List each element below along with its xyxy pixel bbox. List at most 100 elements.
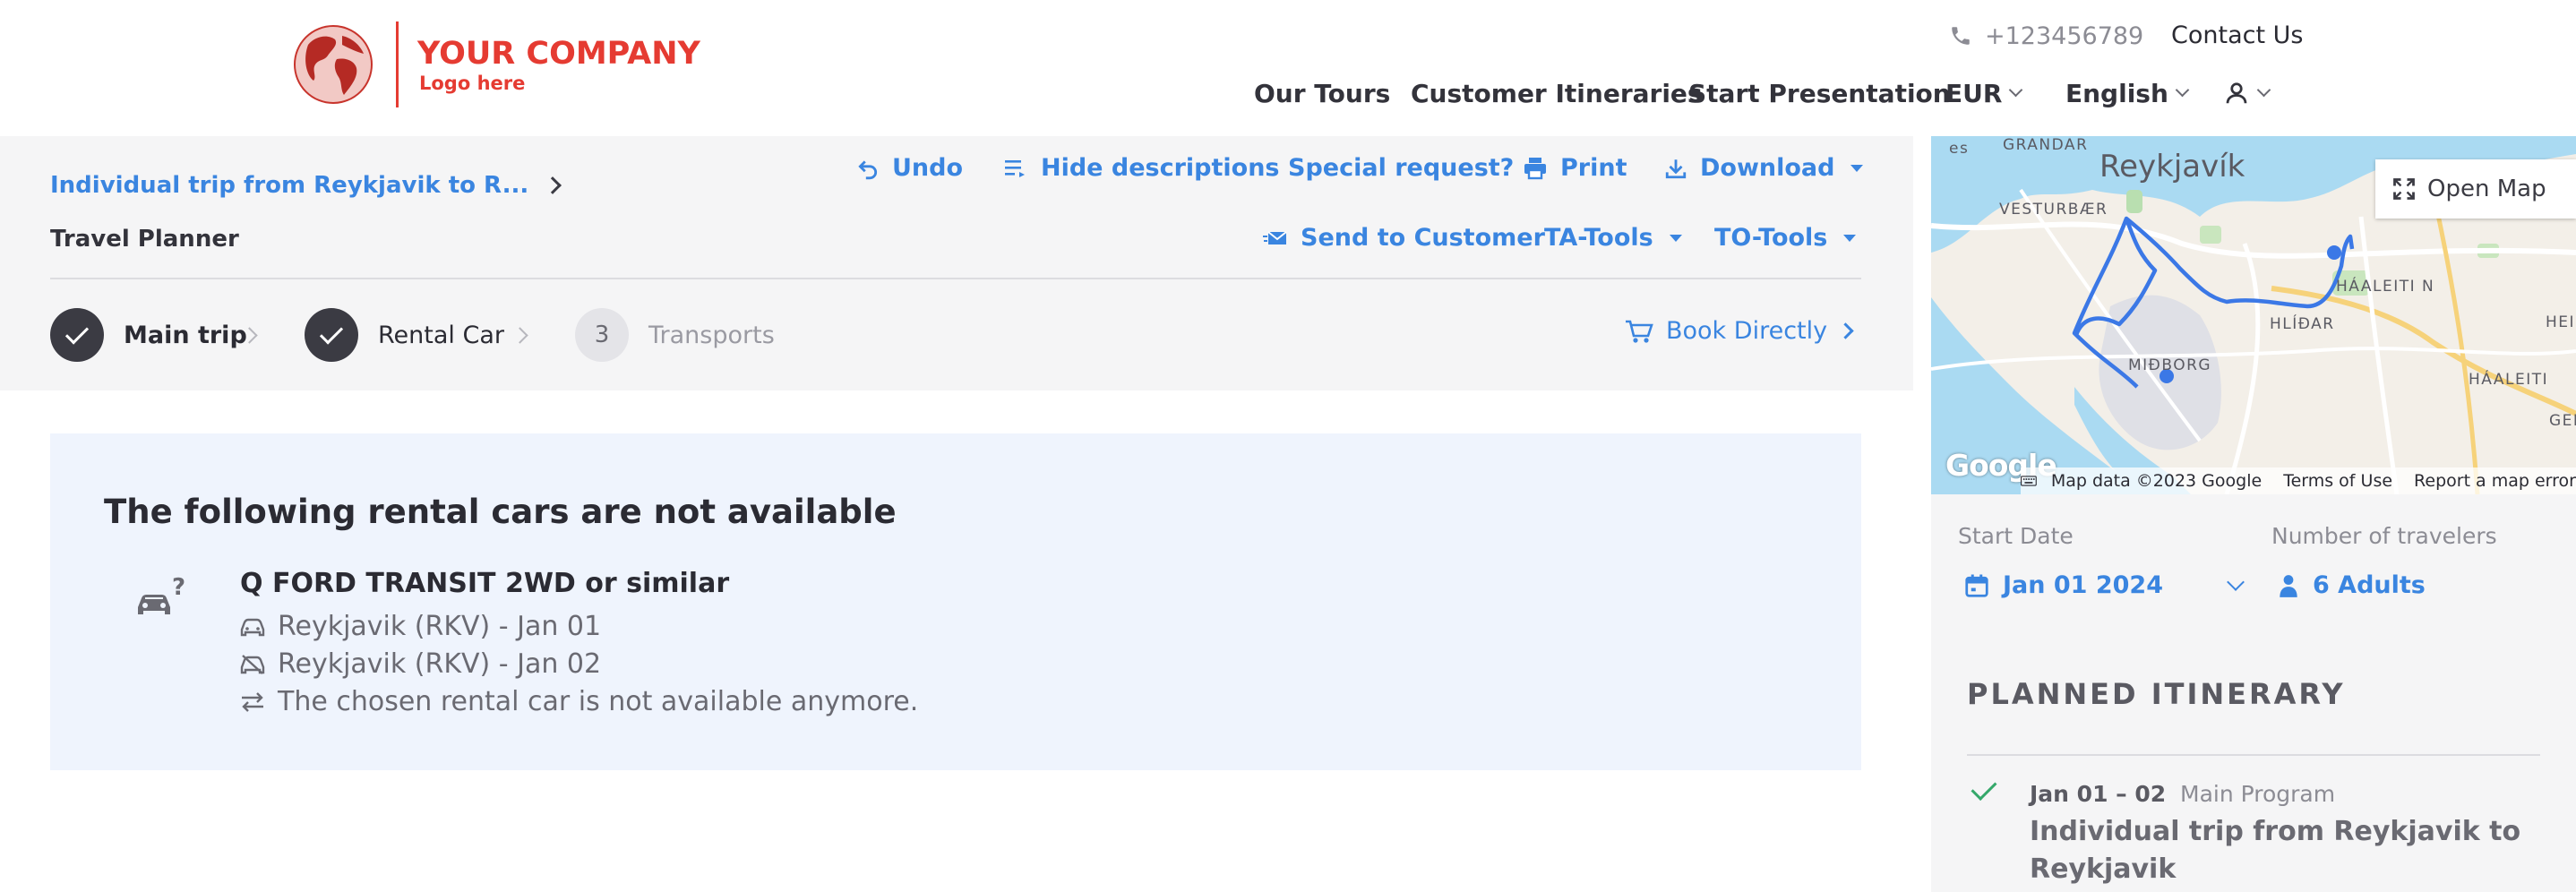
travelers-selector[interactable]: 6 Adults — [2277, 571, 2426, 599]
send-mail-icon — [1263, 230, 1287, 244]
pickup-info: Reykjavik (RKV) - Jan 01 — [240, 611, 601, 642]
toolbar-divider — [50, 278, 1861, 279]
phone-icon — [1952, 27, 1970, 45]
check-icon — [1971, 775, 1997, 801]
travelers-label: Number of travelers — [2271, 523, 2497, 549]
caret-down-icon — [1669, 234, 1682, 242]
map-report-link[interactable]: Report a map error — [2414, 471, 2576, 491]
itinerary-divider — [1967, 754, 2540, 756]
list-icon — [1005, 159, 1025, 177]
itinerary-item-title[interactable]: Individual trip from Reykjavik to Reykja… — [2030, 813, 2531, 888]
dropoff-text: Reykjavik (RKV) - Jan 02 — [278, 648, 602, 680]
trip-breadcrumb[interactable]: Individual trip from Reykjavik to R... — [50, 172, 562, 199]
print-button[interactable]: Print — [1523, 154, 1627, 182]
step-done-badge — [50, 308, 104, 362]
map-label-es: es — [1949, 140, 1970, 158]
nav-start-presentation[interactable]: Start Presentation — [1688, 79, 1951, 108]
chevron-right-icon — [1837, 322, 1854, 339]
start-date-picker[interactable]: Jan 01 2024 — [1963, 571, 2245, 599]
currency-dropdown[interactable]: EUR — [1945, 78, 2023, 108]
keyboard-icon[interactable] — [2021, 472, 2037, 490]
side-panel: Start Date Jan 01 2024 Number of travele… — [1931, 494, 2576, 892]
map-label-hei: HEI — [2546, 313, 2576, 331]
map-label-grandar: GRANDAR — [2003, 136, 2089, 154]
car-off-icon — [240, 654, 265, 674]
cart-icon — [1626, 320, 1653, 343]
print-label: Print — [1560, 154, 1627, 182]
map-label-ger: GER — [2549, 412, 2576, 430]
itinerary-item-dates: Jan 01 – 02 — [2030, 781, 2167, 807]
undo-label: Undo — [892, 154, 964, 182]
car-question-icon: ? — [138, 577, 185, 614]
hide-descriptions-button[interactable]: Hide descriptions — [1003, 154, 1280, 182]
to-tools-label: TO-Tools — [1714, 224, 1828, 252]
book-directly-button[interactable]: Book Directly — [1625, 317, 1854, 345]
itinerary-item-program: Main Program — [2180, 781, 2336, 807]
map-terms-link[interactable]: Terms of Use — [2283, 471, 2392, 491]
to-tools-dropdown[interactable]: TO-Tools — [1714, 224, 1857, 252]
map-label-city: Reykjavík — [2099, 149, 2245, 184]
step-number-badge: 3 — [575, 308, 629, 362]
step-label: Transports — [648, 321, 775, 349]
person-icon — [2280, 574, 2297, 597]
caret-down-icon — [1850, 164, 1864, 172]
step-rental-car[interactable]: Rental Car — [305, 308, 504, 362]
ta-tools-label: TA-Tools — [1544, 224, 1653, 252]
notice-title: The following rental cars are not availa… — [104, 493, 897, 531]
header: YOUR COMPANY Logo here +123456789 Contac… — [0, 0, 2576, 136]
special-request-link[interactable]: Special request? — [1288, 154, 1514, 182]
map-label-vesturbaer: VESTURBÆR — [1999, 201, 2108, 219]
currency-value: EUR — [1945, 78, 2003, 108]
map-label-midborg: MIÐBORG — [2128, 356, 2212, 374]
send-to-customer-label: Send to Customer — [1301, 224, 1545, 252]
start-date-value: Jan 01 2024 — [2003, 571, 2164, 599]
logo-divider — [396, 21, 399, 107]
map-label-haaleiti: HÁALEITI — [2469, 371, 2549, 389]
caret-down-icon — [1843, 234, 1857, 242]
map-label-haaleiti-n: HÁALEITI N — [2336, 278, 2435, 296]
unavailable-cars-notice: The following rental cars are not availa… — [50, 433, 1861, 770]
fullscreen-icon — [2393, 178, 2415, 200]
unavailable-message: The chosen rental car is not available a… — [240, 686, 918, 717]
chevron-down-icon — [2256, 82, 2271, 97]
open-map-label: Open Map — [2427, 176, 2546, 202]
contact-us-link[interactable]: Contact Us — [2171, 20, 2303, 52]
nav-customer-itineraries[interactable]: Customer Itineraries — [1411, 79, 1703, 108]
book-directly-label: Book Directly — [1666, 317, 1828, 345]
calendar-icon — [1965, 574, 1988, 597]
phone-number: +123456789 — [1985, 21, 2144, 50]
language-value: English — [2065, 78, 2168, 108]
nav-our-tours[interactable]: Our Tours — [1254, 79, 1390, 108]
phone-link[interactable]: +123456789 — [1949, 20, 2143, 52]
planner-toolbar: Individual trip from Reykjavik to R... T… — [0, 136, 1913, 390]
undo-icon — [858, 159, 878, 179]
trip-link[interactable]: Individual trip from Reykjavik to R... — [50, 172, 528, 199]
download-dropdown[interactable]: Download — [1664, 154, 1864, 182]
step-transports[interactable]: 3 Transports — [575, 308, 775, 362]
chevron-down-icon — [2009, 82, 2023, 97]
check-icon — [64, 320, 90, 345]
company-logo[interactable]: YOUR COMPANY Logo here — [292, 21, 700, 111]
swap-icon — [242, 691, 263, 712]
travelers-value: 6 Adults — [2313, 571, 2426, 599]
pickup-text: Reykjavik (RKV) - Jan 01 — [278, 611, 602, 642]
step-main-trip[interactable]: Main trip — [50, 308, 247, 362]
chevron-down-icon — [2227, 572, 2245, 591]
svg-text:?: ? — [172, 577, 185, 601]
open-map-button[interactable]: Open Map — [2375, 159, 2576, 219]
language-dropdown[interactable]: English — [2065, 78, 2190, 108]
check-icon — [319, 320, 344, 345]
section-label: Travel Planner — [50, 226, 239, 253]
send-to-customer-button[interactable]: Send to Customer — [1263, 224, 1545, 252]
hide-descriptions-label: Hide descriptions — [1041, 154, 1280, 182]
user-menu[interactable] — [2223, 80, 2271, 107]
ta-tools-dropdown[interactable]: TA-Tools — [1544, 224, 1682, 252]
unavailable-text: The chosen rental car is not available a… — [278, 686, 919, 717]
company-name: YOUR COMPANY — [417, 36, 700, 72]
undo-button[interactable]: Undo — [856, 154, 963, 182]
start-date-label: Start Date — [1958, 523, 2074, 549]
map-label-hlidar: HLÍÐAR — [2270, 315, 2335, 333]
dropoff-info: Reykjavik (RKV) - Jan 02 — [240, 648, 601, 680]
step-label: Rental Car — [378, 321, 504, 349]
map-footer: Map data ©2023 Google Terms of Use Repor… — [2021, 467, 2576, 494]
